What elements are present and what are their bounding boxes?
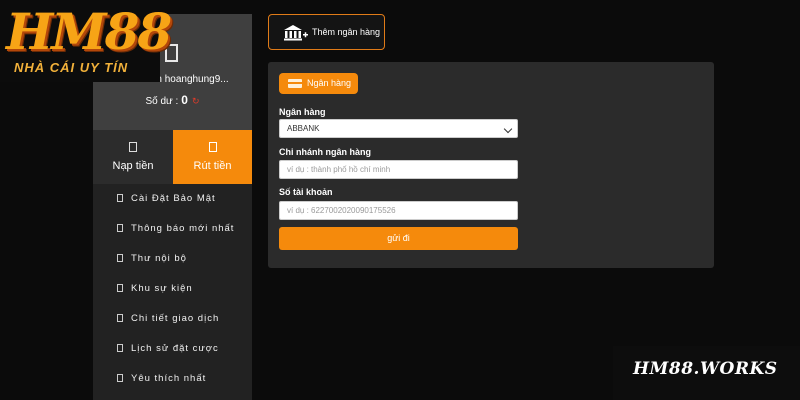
tab-withdraw[interactable]: Rút tiền [173,130,252,184]
menu-item-events[interactable]: Khu sự kiện [93,274,252,304]
account-number-input[interactable]: ví dụ : 6227002020090175526 [279,201,518,220]
tab-bank[interactable]: Ngân hàng [279,73,358,94]
menu-item-label: Yêu thích nhất [131,373,207,384]
account-number-label: Số tài khoản [279,187,333,197]
menu-item-label: Lịch sử đặt cược [131,343,219,354]
add-bank-label: Thêm ngân hàng [312,27,381,37]
menu-bullet-icon [117,314,123,323]
menu-item-security-settings[interactable]: Cài Đặt Bảo Mật [93,184,252,214]
menu-item-bet-history[interactable]: Lịch sử đặt cược [93,334,252,364]
tab-withdraw-label: Rút tiền [193,160,232,172]
refresh-icon[interactable]: ↻ [192,96,200,106]
bank-select-value: ABBANK [287,124,320,133]
menu-bullet-icon [117,194,123,203]
logo-mark: HM88 [6,2,172,61]
menu-bullet-icon [117,224,123,233]
menu-bullet-icon [117,254,123,263]
deposit-icon [129,142,137,152]
menu-item-label: Chi tiết giao dịch [131,313,220,324]
add-bank-button[interactable]: Thêm ngân hàng [268,14,385,50]
menu-item-internal-mail[interactable]: Thư nội bộ [93,244,252,274]
submit-button[interactable]: gửi đi [279,227,518,250]
menu-bullet-icon [117,374,123,383]
withdraw-icon [208,142,217,152]
brand-logo: HM88 NHÀ CÁI UY TÍN [0,0,172,82]
tab-bank-label: Ngân hàng [307,78,352,88]
balance-value: 0 [181,93,188,107]
menu-bullet-icon [117,344,123,353]
bank-card-icon [288,79,302,88]
branch-input[interactable]: ví dụ : thành phố hồ chí minh [279,160,518,179]
menu-item-label: Cài Đặt Bảo Mật [131,193,216,204]
account-menu: Cài Đặt Bảo Mật Thông báo mới nhất Thư n… [93,184,252,394]
tab-deposit[interactable]: Nạp tiền [93,130,173,184]
menu-bullet-icon [117,284,123,293]
menu-item-label: Thông báo mới nhất [131,223,235,234]
menu-item-label: Khu sự kiện [131,283,193,294]
bank-form-panel: Ngân hàng Ngân hàng ABBANK Chi nhánh ngâ… [268,62,714,268]
watermark: HM88.WORKS [613,346,800,400]
bank-select-label: Ngân hàng [279,107,326,117]
menu-item-latest-notifications[interactable]: Thông báo mới nhất [93,214,252,244]
menu-item-transaction-details[interactable]: Chi tiết giao dịch [93,304,252,334]
logo-tagline: NHÀ CÁI UY TÍN [14,60,129,75]
balance-label: Số dư : [145,96,179,107]
balance-row: Số dư :0 ↻ [93,93,252,107]
chevron-down-icon [503,124,513,134]
bank-select[interactable]: ABBANK [279,119,518,138]
branch-label: Chi nhánh ngân hàng [279,147,371,157]
watermark-text: HM88.WORKS [633,359,778,379]
bank-add-icon [284,25,308,41]
menu-item-favorites[interactable]: Yêu thích nhất [93,364,252,394]
menu-item-label: Thư nội bộ [131,253,187,264]
tab-deposit-label: Nạp tiền [112,160,154,172]
